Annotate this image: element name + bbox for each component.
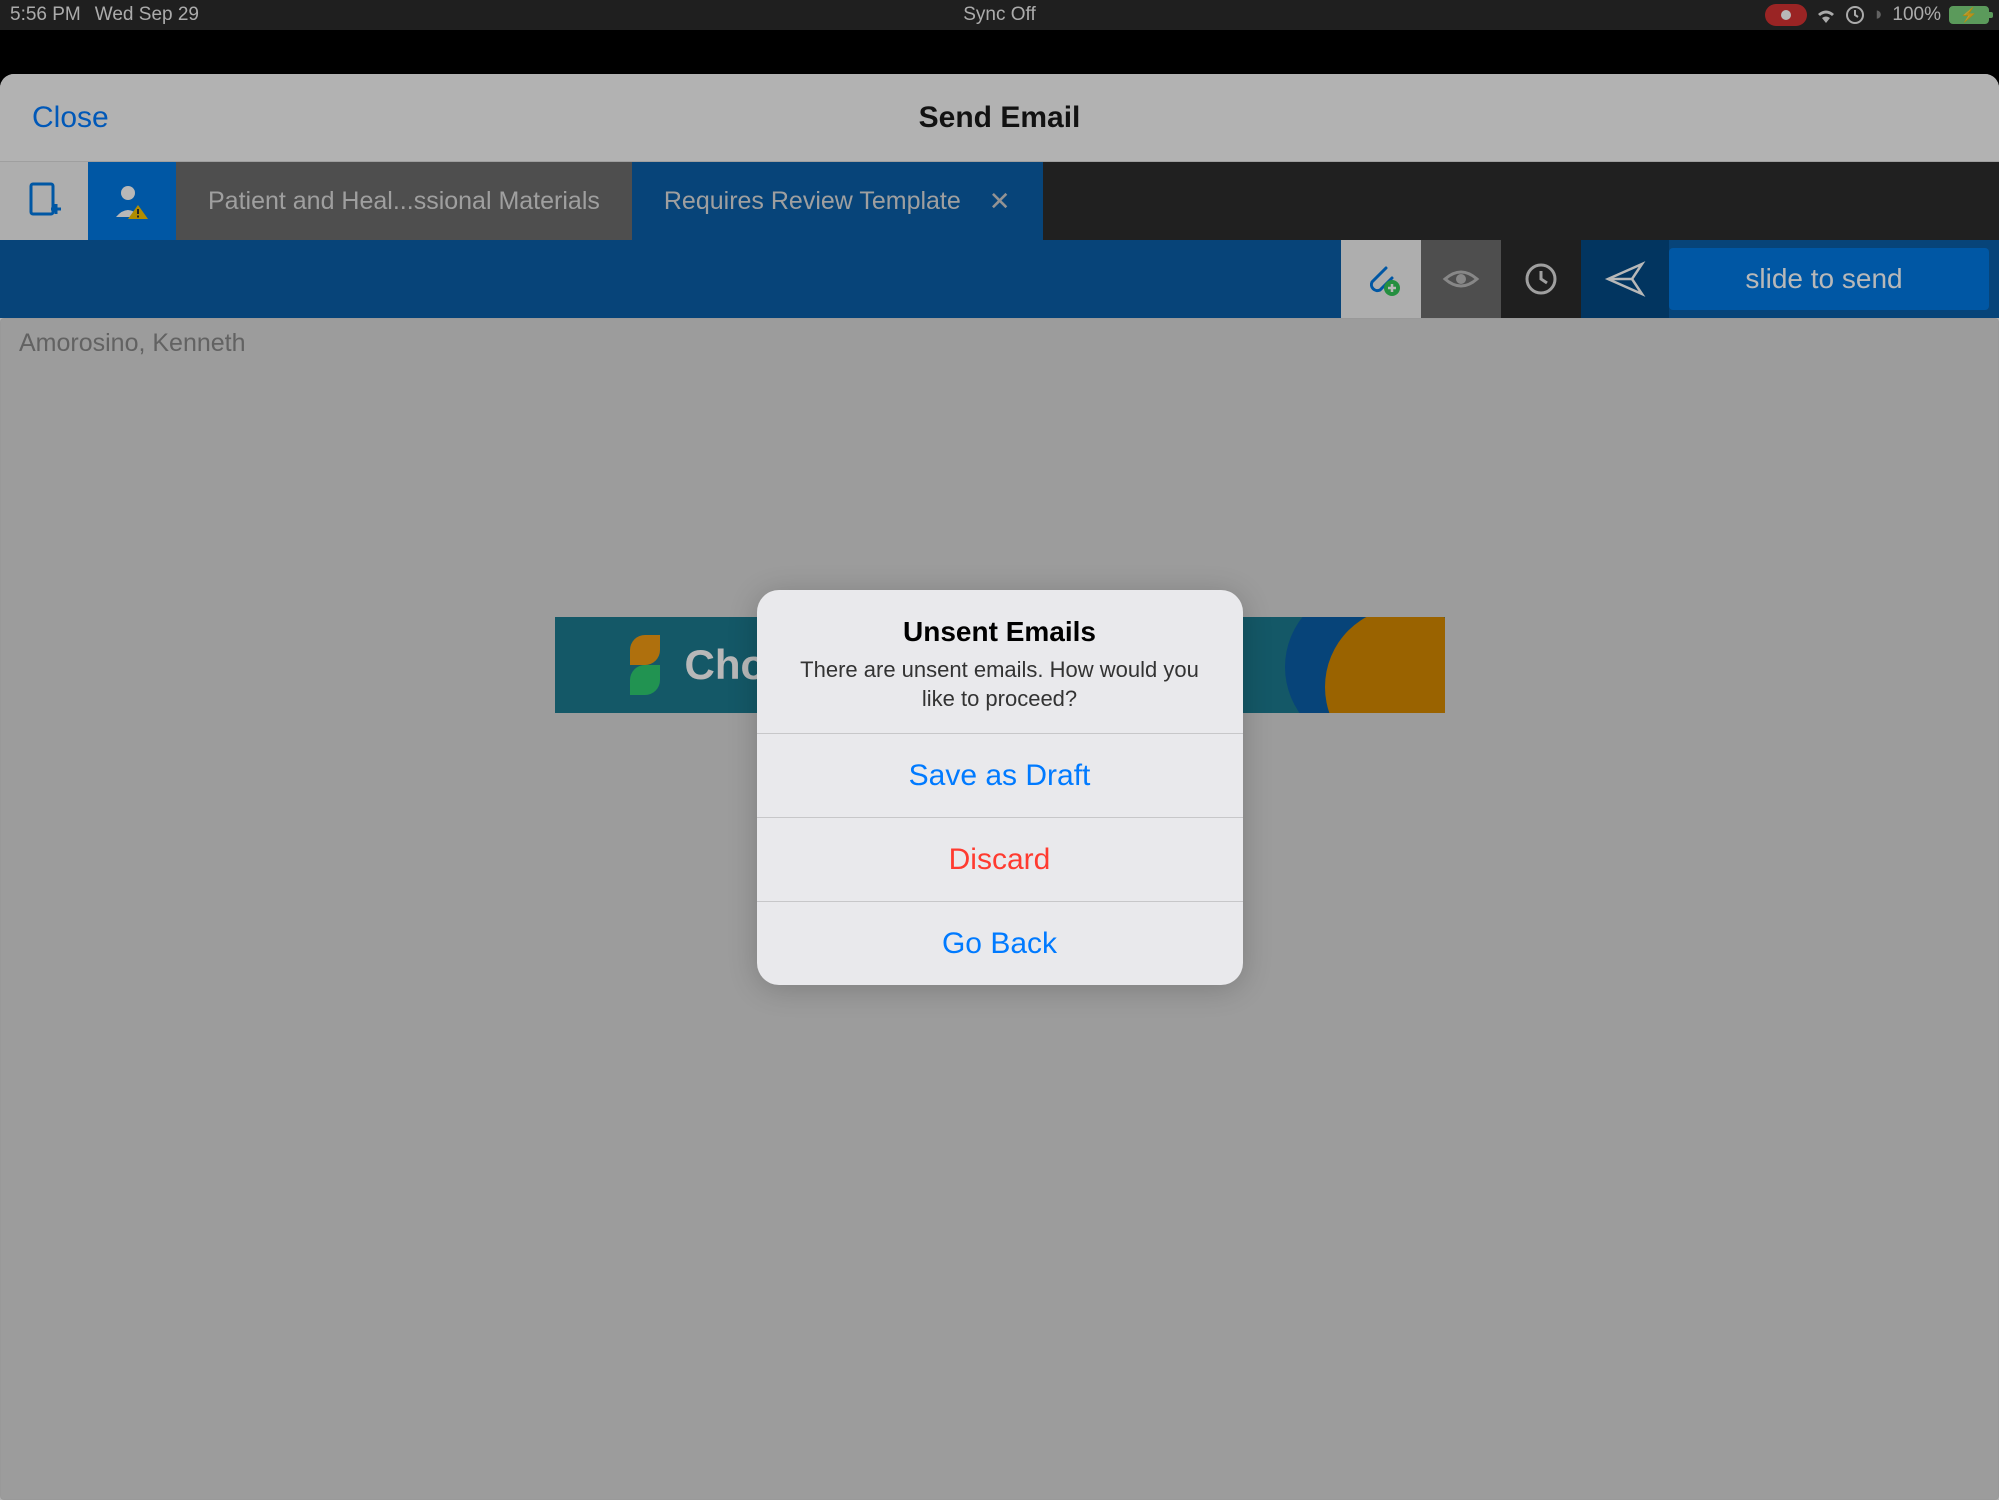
alert-title: Unsent Emails	[787, 616, 1213, 648]
save-draft-button[interactable]: Save as Draft	[757, 733, 1243, 817]
discard-button[interactable]: Discard	[757, 817, 1243, 901]
unsent-emails-alert: Unsent Emails There are unsent emails. H…	[757, 590, 1243, 985]
go-back-button[interactable]: Go Back	[757, 901, 1243, 985]
alert-header: Unsent Emails There are unsent emails. H…	[757, 590, 1243, 733]
alert-message: There are unsent emails. How would you l…	[787, 656, 1213, 713]
